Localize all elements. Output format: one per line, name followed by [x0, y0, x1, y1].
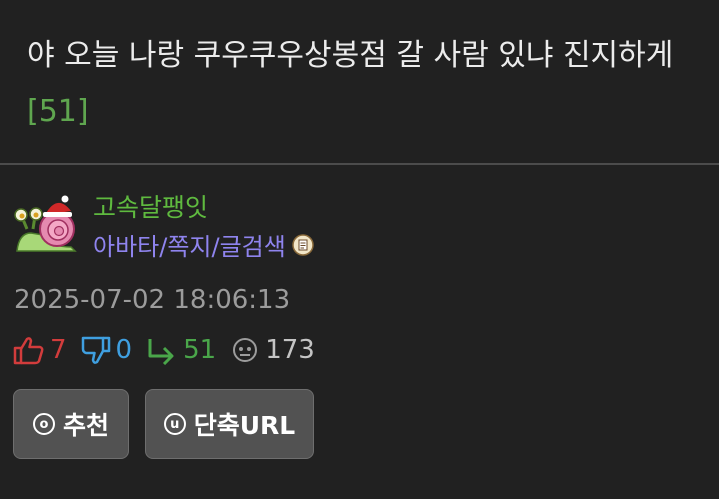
author-nickname[interactable]: 고속달팽잇 [93, 192, 208, 224]
downvote-stat[interactable]: 0 [81, 335, 133, 365]
recommend-icon: o [32, 413, 55, 435]
post-timestamp: 2025-07-02 18:06:13 [14, 285, 291, 315]
short-url-button[interactable]: u 단축URL [145, 389, 314, 459]
downvote-count: 0 [115, 335, 133, 365]
reply-count: 51 [183, 335, 217, 365]
upvote-count: 7 [50, 335, 67, 365]
post-stats: 7 0 51 173 [13, 332, 329, 368]
reply-arrow-icon [148, 339, 174, 365]
reply-stat[interactable]: 51 [146, 335, 216, 365]
view-count: 173 [265, 335, 315, 365]
post-title: 야 오늘 나랑 쿠우쿠우상봉점 갈 사람 있냐 진지하게 [27, 38, 674, 73]
comment-count[interactable]: [51] [27, 94, 89, 129]
post-view: 야 오늘 나랑 쿠우쿠우상봉점 갈 사람 있냐 진지하게 [51] 고속달팽잇 … [0, 0, 719, 499]
divider [0, 163, 719, 165]
author-links: 아바타/쪽지/글검색 [93, 231, 314, 263]
upvote-stat[interactable]: 7 [13, 335, 67, 365]
post-title-block: 야 오늘 나랑 쿠우쿠우상봉점 갈 사람 있냐 진지하게 [51] [27, 28, 697, 140]
thumbs-up-icon [13, 337, 44, 365]
views-stat: 173 [230, 335, 315, 365]
snail-avatar-icon[interactable] [13, 195, 79, 255]
short-url-label: 단축URL [193, 411, 296, 440]
thumbs-down-icon [81, 336, 110, 364]
recommend-button[interactable]: o 추천 [13, 389, 129, 459]
short-url-icon: u [163, 413, 186, 435]
memo-icon[interactable] [292, 234, 314, 256]
author-links-text[interactable]: 아바타/쪽지/글검색 [93, 233, 286, 261]
views-eye-icon [233, 338, 258, 362]
recommend-label: 추천 [62, 411, 109, 440]
